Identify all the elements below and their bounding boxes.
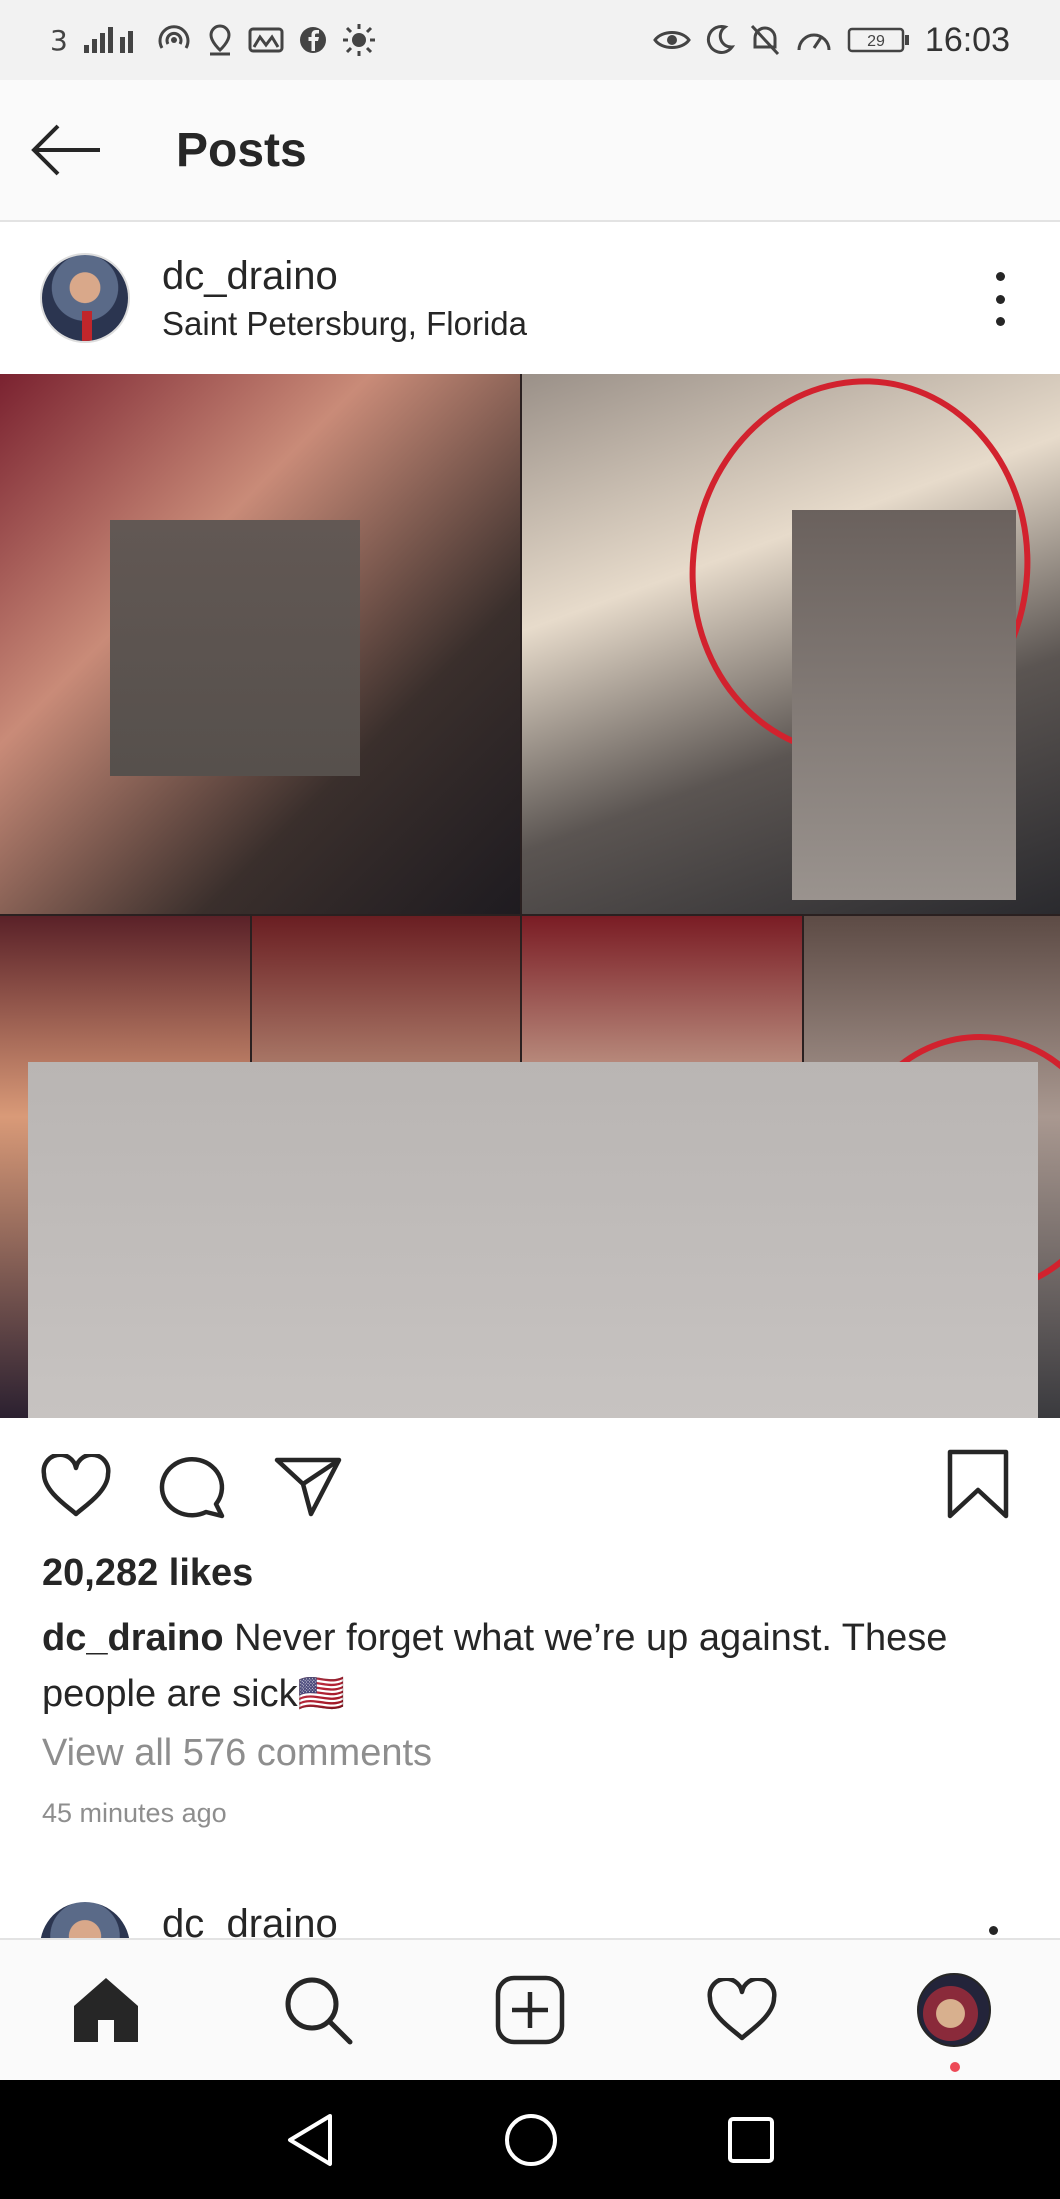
system-recents-icon[interactable] bbox=[726, 2115, 776, 2165]
location-icon bbox=[209, 24, 231, 56]
back-button[interactable] bbox=[30, 110, 140, 190]
moon-icon bbox=[706, 25, 735, 54]
plus-square-icon bbox=[495, 1975, 565, 2045]
heart-icon bbox=[41, 1454, 111, 1517]
status-right-icons: 29 16:03 bbox=[653, 21, 1010, 60]
likes-count[interactable]: 20,282 likes bbox=[42, 1552, 253, 1595]
post-username[interactable]: dc_draino bbox=[162, 1902, 338, 1938]
post-meta: dc_draino Saint Petersburg, Florida bbox=[162, 254, 527, 343]
battery-level-text: 29 bbox=[867, 33, 885, 50]
more-dot bbox=[995, 317, 1005, 326]
eye-comfort-icon bbox=[653, 31, 691, 49]
nav-profile[interactable] bbox=[904, 1960, 1004, 2072]
more-vertical-icon bbox=[995, 272, 1005, 281]
signal-icon bbox=[83, 27, 133, 53]
nav-search[interactable] bbox=[268, 1960, 368, 2060]
more-dot bbox=[995, 294, 1005, 304]
post-caption: dc_draino Never forget what we’re up aga… bbox=[42, 1610, 1022, 1722]
post-image[interactable] bbox=[0, 374, 1060, 1418]
brightness-icon bbox=[342, 24, 375, 56]
post-username[interactable]: dc_draino bbox=[162, 254, 527, 299]
save-button[interactable] bbox=[946, 1448, 1018, 1524]
nav-home[interactable] bbox=[56, 1960, 156, 2060]
battery-icon: 29 bbox=[847, 27, 909, 53]
mail-icon bbox=[248, 27, 284, 53]
bookmark-icon bbox=[947, 1449, 1009, 1519]
redaction-box bbox=[792, 510, 1016, 900]
send-icon bbox=[274, 1457, 342, 1517]
nav-activity[interactable] bbox=[692, 1960, 792, 2060]
view-comments-link[interactable]: View all 576 comments bbox=[42, 1732, 432, 1775]
like-button[interactable] bbox=[40, 1450, 112, 1522]
post-header: dc_draino Saint Petersburg, Florida bbox=[0, 222, 1060, 374]
status-left-icons: 3 bbox=[50, 23, 376, 57]
page-title: Posts bbox=[176, 123, 307, 177]
notification-dot bbox=[950, 2062, 960, 2072]
status-bar: 3 29 16:03 bbox=[0, 0, 1060, 80]
back-arrow-icon bbox=[31, 124, 100, 176]
bottom-navigation bbox=[0, 1938, 1060, 2080]
mute-icon bbox=[750, 24, 780, 56]
top-app-bar: Posts bbox=[0, 80, 1060, 222]
sim-indicator: 3 bbox=[50, 23, 68, 57]
nav-new-post[interactable] bbox=[480, 1960, 580, 2060]
caption-username[interactable]: dc_draino bbox=[42, 1617, 224, 1659]
heart-icon bbox=[707, 1978, 777, 2041]
home-icon bbox=[74, 1978, 138, 2042]
redaction-box bbox=[28, 1062, 1038, 1418]
system-back-icon[interactable] bbox=[284, 2112, 336, 2168]
search-icon bbox=[285, 1977, 353, 2045]
more-options-button[interactable] bbox=[990, 272, 1010, 326]
post-actions bbox=[0, 1418, 1060, 1554]
comment-icon bbox=[159, 1457, 225, 1519]
next-post-header: dc_draino bbox=[0, 1890, 1060, 1938]
redaction-box bbox=[110, 520, 360, 776]
clock: 16:03 bbox=[924, 20, 1010, 59]
more-vertical-icon[interactable] bbox=[989, 1926, 998, 1935]
post-timestamp: 45 minutes ago bbox=[42, 1798, 227, 1828]
speed-icon bbox=[797, 33, 831, 51]
comment-button[interactable] bbox=[156, 1450, 228, 1522]
author-avatar[interactable] bbox=[40, 253, 130, 343]
author-avatar[interactable] bbox=[40, 1902, 130, 1938]
facebook-icon bbox=[299, 27, 326, 53]
share-button[interactable] bbox=[272, 1450, 344, 1522]
hotspot-icon bbox=[158, 25, 190, 49]
post-location[interactable]: Saint Petersburg, Florida bbox=[162, 305, 527, 343]
system-navigation-bar bbox=[0, 2080, 1060, 2199]
profile-avatar bbox=[917, 1973, 991, 2047]
system-home-icon[interactable] bbox=[503, 2112, 559, 2168]
